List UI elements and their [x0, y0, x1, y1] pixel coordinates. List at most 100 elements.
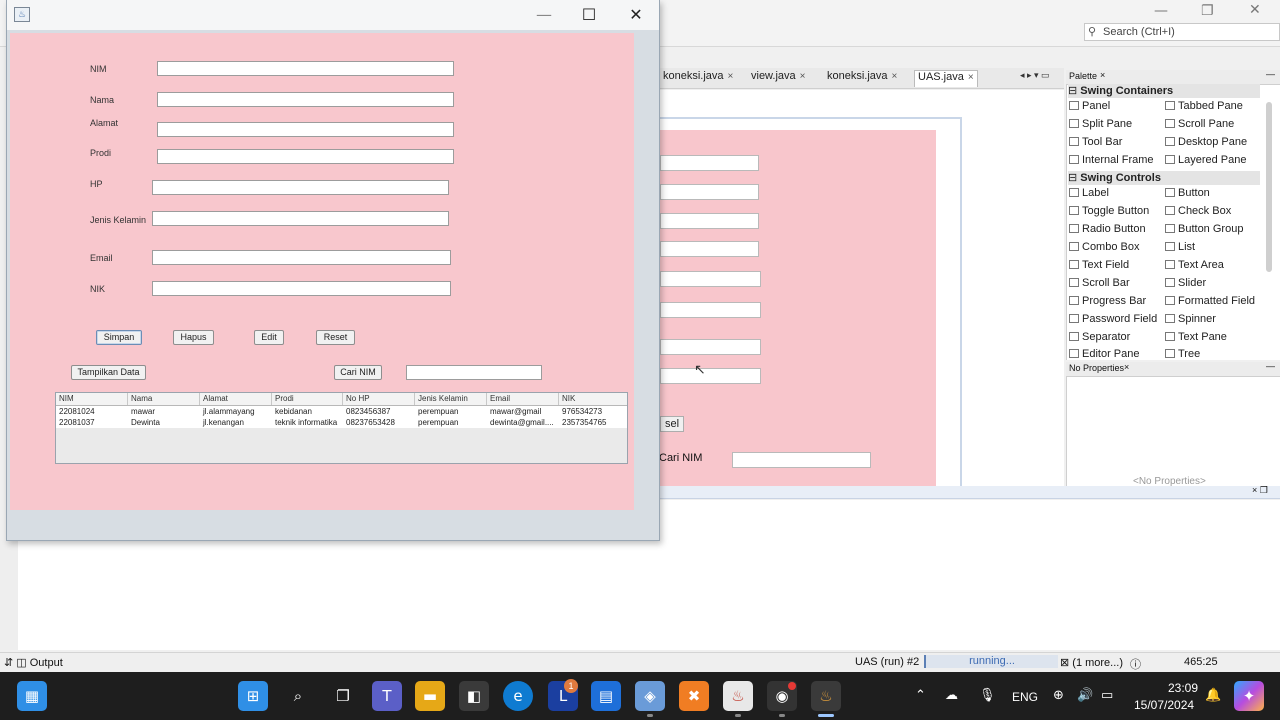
- palette-item-check-box[interactable]: Check Box: [1165, 205, 1231, 217]
- windows-start-icon[interactable]: ⊞: [238, 681, 268, 711]
- collapse-icon[interactable]: ⊟: [1068, 172, 1077, 184]
- store-icon[interactable]: ◧: [459, 681, 489, 711]
- output-tab[interactable]: ⇵ ◫ Output: [4, 656, 63, 669]
- close-icon[interactable]: ×: [1100, 70, 1105, 80]
- palette-item-internal-frame[interactable]: Internal Frame: [1069, 154, 1154, 166]
- alamat-field[interactable]: [157, 122, 454, 137]
- minimize-icon[interactable]: —: [1266, 69, 1275, 79]
- email-field[interactable]: [152, 250, 451, 265]
- palette-item-desktop-pane[interactable]: Desktop Pane: [1165, 136, 1247, 148]
- collapse-icon[interactable]: ⊟: [1068, 85, 1077, 97]
- jenis-kelamin-field[interactable]: [152, 211, 449, 226]
- palette-item-text-field[interactable]: Text Field: [1069, 259, 1129, 271]
- palette-item-combo-box[interactable]: Combo Box: [1069, 241, 1139, 253]
- design-textfield[interactable]: [660, 368, 761, 384]
- reset-button[interactable]: Reset: [316, 330, 355, 345]
- tab-scroll-icon[interactable]: ◂ ▸ ▾ ▭: [1020, 70, 1050, 81]
- tab-close-icon[interactable]: ×: [800, 71, 806, 82]
- hp-field[interactable]: [152, 180, 449, 195]
- design-textfield[interactable]: [660, 339, 761, 355]
- nama-field[interactable]: [157, 92, 454, 107]
- palette-category[interactable]: ⊟ Swing Controls: [1068, 171, 1260, 185]
- palette-scrollbar[interactable]: [1266, 102, 1272, 272]
- palette-item-progress-bar[interactable]: Progress Bar: [1069, 295, 1146, 307]
- notification-bell-icon[interactable]: 🔔: [1205, 688, 1221, 703]
- prodi-field[interactable]: [157, 149, 454, 164]
- palette-item-scroll-pane[interactable]: Scroll Pane: [1165, 118, 1234, 130]
- stop-icon[interactable]: ⊠: [1060, 657, 1069, 669]
- tab-view-java[interactable]: view.java ×: [751, 70, 805, 86]
- design-reset-button[interactable]: sel: [660, 416, 684, 432]
- tampilkan-data-button[interactable]: Tampilkan Data: [71, 365, 146, 380]
- java-app-icon[interactable]: ♨: [811, 681, 841, 711]
- hapus-button[interactable]: Hapus: [173, 330, 214, 345]
- table-header-cell[interactable]: Email: [487, 393, 559, 405]
- palette-item-separator[interactable]: Separator: [1069, 331, 1130, 343]
- java-icon[interactable]: ♨: [723, 681, 753, 711]
- palette-item-tabbed-pane[interactable]: Tabbed Pane: [1165, 100, 1243, 112]
- table-header-cell[interactable]: Nama: [128, 393, 200, 405]
- minimize-icon[interactable]: —: [1266, 361, 1275, 371]
- search-icon[interactable]: ⌕: [283, 681, 313, 711]
- palette-item-split-pane[interactable]: Split Pane: [1069, 118, 1132, 130]
- design-cari-field[interactable]: [732, 452, 871, 468]
- close-icon[interactable]: ×: [1124, 362, 1129, 372]
- nik-field[interactable]: [152, 281, 451, 296]
- minimize-icon[interactable]: —: [1154, 3, 1168, 19]
- design-cari-button[interactable]: Cari NIM: [659, 452, 702, 464]
- palette-item-formatted-field[interactable]: Formatted Field: [1165, 295, 1255, 307]
- palette-item-text-area[interactable]: Text Area: [1165, 259, 1224, 271]
- tab-koneksi-java-2[interactable]: koneksi.java ×: [827, 70, 897, 86]
- app-title-bar[interactable]: — ☐ ✕: [7, 0, 659, 30]
- close-icon[interactable]: ✕: [621, 5, 651, 25]
- palette-item-tree[interactable]: Tree: [1165, 348, 1200, 358]
- ide-search-input[interactable]: ⚲ Search (Ctrl+I): [1084, 23, 1280, 41]
- table-header-cell[interactable]: No HP: [343, 393, 415, 405]
- edit-button[interactable]: Edit: [254, 330, 284, 345]
- design-textfield[interactable]: [660, 213, 759, 229]
- data-table[interactable]: NIM Nama Alamat Prodi No HP Jenis Kelami…: [55, 392, 628, 464]
- design-textfield[interactable]: [660, 155, 759, 171]
- palette-item-list[interactable]: List: [1165, 241, 1195, 253]
- palette-item-radio-button[interactable]: Radio Button: [1069, 223, 1146, 235]
- tab-koneksi-java[interactable]: koneksi.java ×: [663, 70, 733, 86]
- design-textfield[interactable]: [660, 241, 759, 257]
- palette-item-layered-pane[interactable]: Layered Pane: [1165, 154, 1247, 166]
- teams-icon[interactable]: T: [372, 681, 402, 711]
- palette-item-scroll-bar[interactable]: Scroll Bar: [1069, 277, 1130, 289]
- design-textfield[interactable]: [660, 271, 761, 287]
- cloud-icon[interactable]: ☁: [945, 688, 958, 703]
- table-header-cell[interactable]: Alamat: [200, 393, 272, 405]
- simpan-button[interactable]: Simpan: [96, 330, 142, 345]
- edge-icon[interactable]: e: [503, 681, 533, 711]
- palette-item-editor-pane[interactable]: Editor Pane: [1069, 348, 1139, 358]
- restore-icon[interactable]: ❐: [1201, 3, 1214, 19]
- battery-icon[interactable]: ▭: [1101, 688, 1113, 703]
- palette-item-panel[interactable]: Panel: [1069, 100, 1110, 112]
- tab-close-icon[interactable]: ×: [728, 71, 734, 82]
- minimize-icon[interactable]: —: [529, 5, 559, 25]
- virtualbox-icon[interactable]: ◈: [635, 681, 665, 711]
- microphone-icon[interactable]: 🎙: [979, 688, 996, 703]
- maximize-icon[interactable]: ☐: [574, 5, 604, 25]
- close-icon[interactable]: × ❐: [1252, 485, 1268, 496]
- language-indicator[interactable]: ENG: [1012, 690, 1038, 704]
- palette-item-password-field[interactable]: Password Field: [1069, 313, 1157, 325]
- run-label[interactable]: UAS (run) #2: [855, 656, 919, 668]
- file-explorer-icon[interactable]: ▬: [415, 681, 445, 711]
- palette-item-toggle-button[interactable]: Toggle Button: [1069, 205, 1149, 217]
- tab-close-icon[interactable]: ×: [892, 71, 898, 82]
- nim-field[interactable]: [157, 61, 454, 76]
- table-header-cell[interactable]: Jenis Kelamin: [415, 393, 487, 405]
- palette-item-tool-bar[interactable]: Tool Bar: [1069, 136, 1122, 148]
- start-icon[interactable]: ▦: [17, 681, 47, 711]
- volume-icon[interactable]: 🔊: [1077, 688, 1093, 703]
- clock-time[interactable]: 23:09: [1168, 681, 1198, 695]
- palette-item-button[interactable]: Button: [1165, 187, 1210, 199]
- copilot-icon[interactable]: ✦: [1234, 681, 1264, 711]
- clock-date[interactable]: 15/07/2024: [1134, 698, 1194, 712]
- palette-item-button-group[interactable]: Button Group: [1165, 223, 1243, 235]
- chevron-up-icon[interactable]: ⌃: [915, 688, 926, 703]
- xampp-icon[interactable]: ✖: [679, 681, 709, 711]
- notification-icon[interactable]: ⓘ: [1130, 656, 1141, 672]
